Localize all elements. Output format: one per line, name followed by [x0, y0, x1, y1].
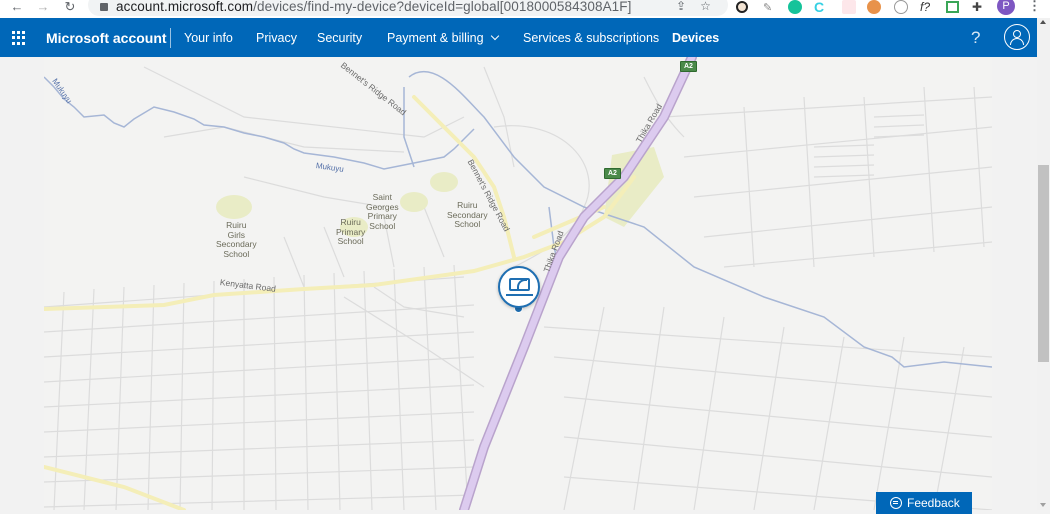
- feedback-icon: [890, 497, 902, 509]
- lock-icon: [100, 3, 108, 11]
- forward-button[interactable]: →: [30, 0, 56, 14]
- monkey-icon[interactable]: [867, 0, 881, 14]
- brand-link[interactable]: Microsoft account: [46, 30, 167, 46]
- device-location-map[interactable]: Ruiru Girls Secondary School Saint Georges Pr…: [44, 57, 992, 510]
- chevron-down-icon: [490, 31, 499, 41]
- map-label-saint-georges-school: Saint Georges Primary School: [366, 192, 399, 231]
- browser-menu-icon[interactable]: ⋮: [1028, 0, 1041, 12]
- fx-icon[interactable]: f?: [920, 0, 930, 14]
- nav-your-info[interactable]: Your info: [184, 31, 233, 45]
- nav-devices[interactable]: Devices: [672, 31, 719, 45]
- bookmark-star-icon[interactable]: ☆: [700, 0, 711, 12]
- device-location-pin[interactable]: [498, 266, 540, 308]
- reload-button[interactable]: ↻: [57, 0, 83, 14]
- canva-icon[interactable]: C: [814, 0, 824, 15]
- route-shield-a2-mid: A2: [604, 168, 621, 179]
- scroll-up-arrow-icon[interactable]: [1040, 20, 1046, 24]
- notes-icon[interactable]: [842, 0, 856, 14]
- route-shield-a2-top: A2: [680, 61, 697, 72]
- header-divider: [170, 28, 171, 48]
- grammarly-icon[interactable]: [788, 0, 802, 14]
- back-button[interactable]: ←: [4, 0, 30, 14]
- scrollbar-thumb[interactable]: [1038, 165, 1049, 362]
- map-label-ruiru-primary-school: Ruiru Primary School: [336, 217, 366, 246]
- eyedropper-icon[interactable]: ✎: [763, 1, 772, 14]
- browser-toolbar: ← → ↻ account.microsoft.com/devices/find…: [0, 0, 1050, 18]
- screenshot-extension-icon[interactable]: [736, 1, 748, 13]
- laptop-icon: [509, 278, 530, 291]
- nav-security[interactable]: Security: [317, 31, 362, 45]
- feedback-button[interactable]: Feedback: [876, 492, 972, 514]
- url-text: account.microsoft.com/devices/find-my-de…: [116, 0, 632, 14]
- browser-profile-avatar[interactable]: P: [997, 0, 1015, 15]
- help-icon[interactable]: ?: [971, 28, 980, 48]
- account-avatar-icon[interactable]: [1004, 24, 1030, 50]
- nav-payment-billing-label: Payment & billing: [387, 31, 484, 45]
- feedback-label: Feedback: [907, 496, 960, 510]
- green-square-icon[interactable]: [946, 1, 959, 13]
- scroll-down-arrow-icon[interactable]: [1040, 503, 1046, 507]
- share-icon[interactable]: ⇪: [676, 0, 686, 12]
- app-launcher-icon[interactable]: [12, 31, 26, 45]
- vpn-icon[interactable]: [894, 0, 908, 14]
- map-label-ruiru-girls-school: Ruiru Girls Secondary School: [216, 220, 257, 259]
- address-bar[interactable]: account.microsoft.com/devices/find-my-de…: [88, 0, 728, 16]
- nav-payment-billing[interactable]: Payment & billing: [387, 31, 499, 45]
- nav-privacy[interactable]: Privacy: [256, 31, 297, 45]
- map-label-ruiru-secondary-school: Ruiru Secondary School: [447, 200, 488, 229]
- puzzle-icon[interactable]: ✚: [972, 0, 982, 14]
- nav-services-subscriptions[interactable]: Services & subscriptions: [523, 31, 659, 45]
- microsoft-account-header: Microsoft account Your info Privacy Secu…: [0, 18, 1037, 57]
